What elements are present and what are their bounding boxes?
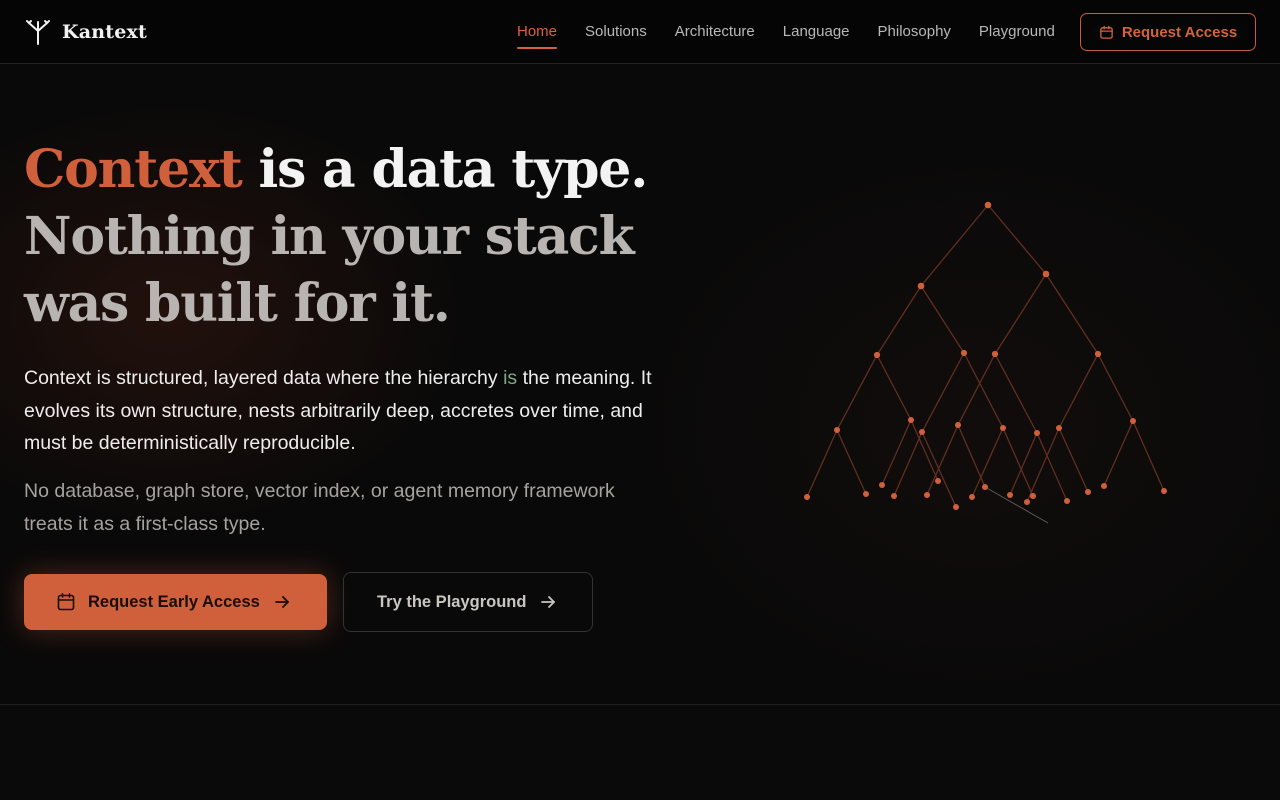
nav-item-architecture[interactable]: Architecture [675, 0, 755, 64]
brand-name: Kantext [62, 21, 148, 43]
nav-item-playground[interactable]: Playground [979, 0, 1055, 64]
hero-sub-paragraph: No database, graph store, vector index, … [24, 480, 615, 535]
context-tree-graphic [804, 201, 1167, 524]
trident-branch-icon [26, 20, 50, 45]
headline-line3: was built for it. [24, 273, 451, 334]
tree-nodes [804, 201, 1167, 510]
hero-lead-paragraph: Context is structured, layered data wher… [24, 362, 654, 460]
headline-line2: Nothing in your stack [24, 206, 635, 267]
brand-logo-link[interactable]: Kantext [24, 18, 147, 46]
hero-headline-block: Context is a data type. Nothing in your … [24, 136, 684, 337]
hero-headline: Context is a data type. Nothing in your … [24, 136, 684, 337]
arrow-right-icon [541, 596, 556, 608]
arrow-right-icon [274, 596, 289, 608]
nav-item-language[interactable]: Language [783, 0, 850, 64]
request-early-access-button[interactable]: Request Early Access [24, 574, 327, 630]
request-access-button[interactable]: Request Access [1080, 13, 1256, 51]
headline-line1-rest: is a data type. [241, 139, 649, 200]
nav-item-solutions[interactable]: Solutions [585, 0, 647, 64]
top-navbar: Kantext Home Solutions Architecture Lang… [0, 0, 1280, 64]
try-playground-button[interactable]: Try the Playground [343, 572, 593, 632]
calendar-icon [57, 593, 75, 611]
main-nav: Home Solutions Architecture Language Phi… [517, 0, 1083, 64]
nav-item-home[interactable]: Home [517, 0, 558, 64]
nav-item-philosophy[interactable]: Philosophy [878, 0, 951, 64]
try-playground-label: Try the Playground [377, 592, 527, 611]
request-early-access-label: Request Early Access [88, 592, 260, 611]
lead-emphasis: is [503, 367, 518, 389]
tree-highlight-edge [984, 486, 1049, 524]
next-section [0, 704, 1280, 800]
tree-edges [806, 204, 1165, 508]
lead-text-before: Context is structured, layered data wher… [24, 367, 504, 389]
calendar-icon [1100, 25, 1113, 39]
headline-accent-word: Context [24, 139, 243, 200]
request-access-label: Request Access [1121, 23, 1238, 41]
